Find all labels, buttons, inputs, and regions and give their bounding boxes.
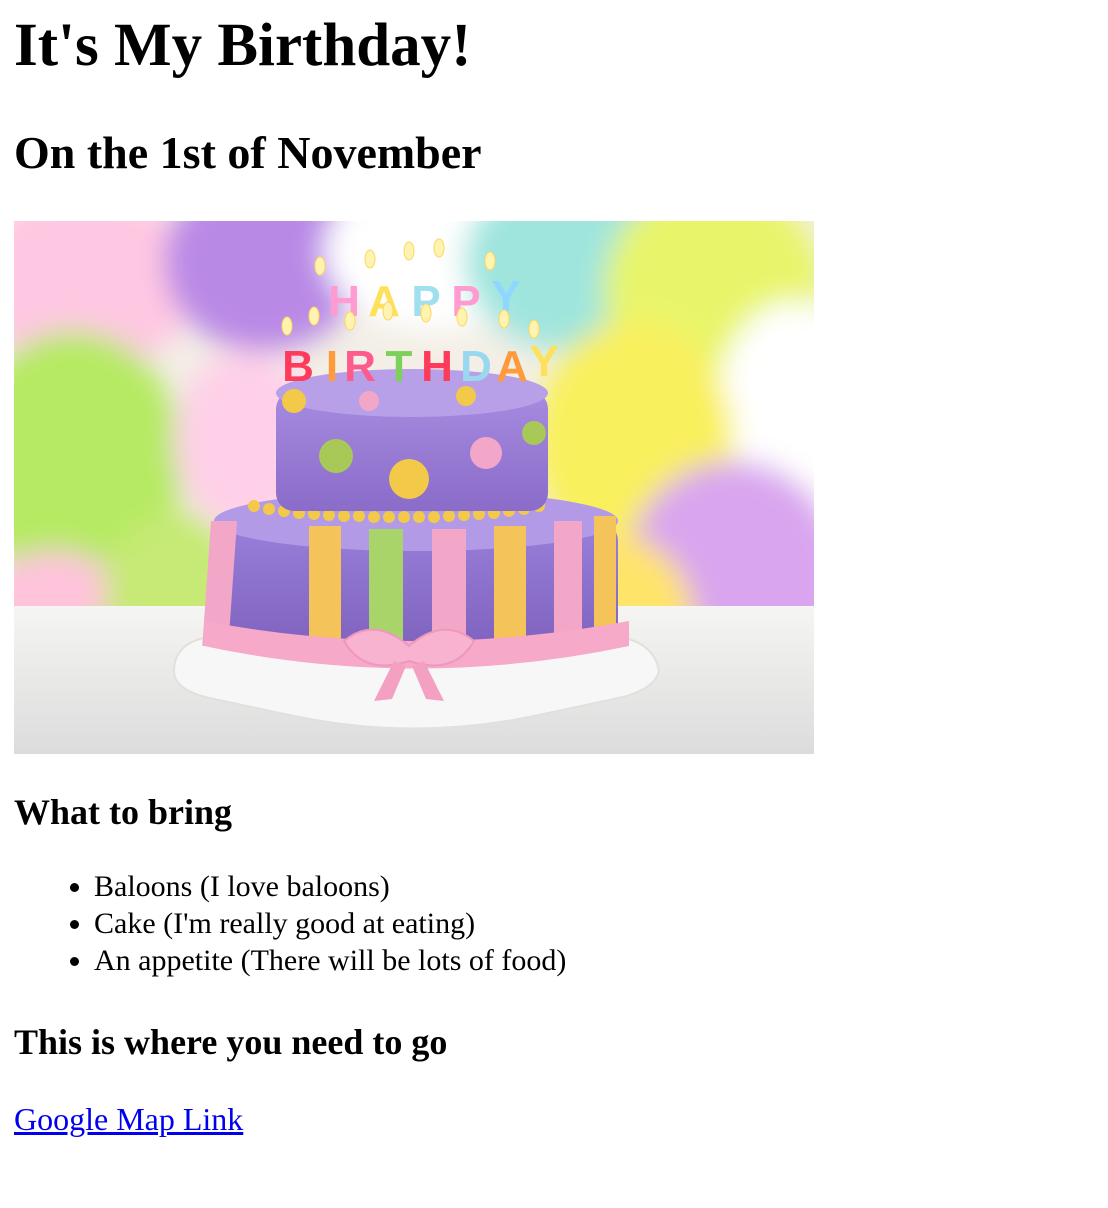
- svg-text:A: A: [368, 277, 400, 326]
- page-title: It's My Birthday!: [14, 12, 472, 79]
- page-subtitle: On the 1st of November: [14, 127, 482, 178]
- svg-text:T: T: [386, 342, 413, 391]
- list-item: Baloons (I love baloons): [94, 868, 566, 905]
- svg-text:B: B: [282, 342, 314, 391]
- google-map-link[interactable]: Google Map Link: [14, 1099, 243, 1139]
- svg-text:A: A: [496, 342, 528, 391]
- svg-text:H: H: [421, 342, 453, 391]
- birthday-cake-image: H A P P Y B I R T H D A Y: [14, 221, 814, 754]
- svg-text:I: I: [326, 342, 338, 391]
- list-item: An appetite (There will be lots of food): [94, 942, 566, 979]
- svg-text:D: D: [460, 342, 492, 391]
- list-item: Cake (I'm really good at eating): [94, 905, 566, 942]
- what-to-bring-heading: What to bring: [14, 792, 233, 832]
- location-heading: This is where you need to go: [14, 1022, 448, 1062]
- bring-list: Baloons (I love baloons) Cake (I'm reall…: [14, 868, 566, 979]
- page: It's My Birthday! On the 1st of November: [0, 0, 1108, 1137]
- svg-text:Y: Y: [529, 337, 558, 386]
- svg-text:R: R: [344, 342, 376, 391]
